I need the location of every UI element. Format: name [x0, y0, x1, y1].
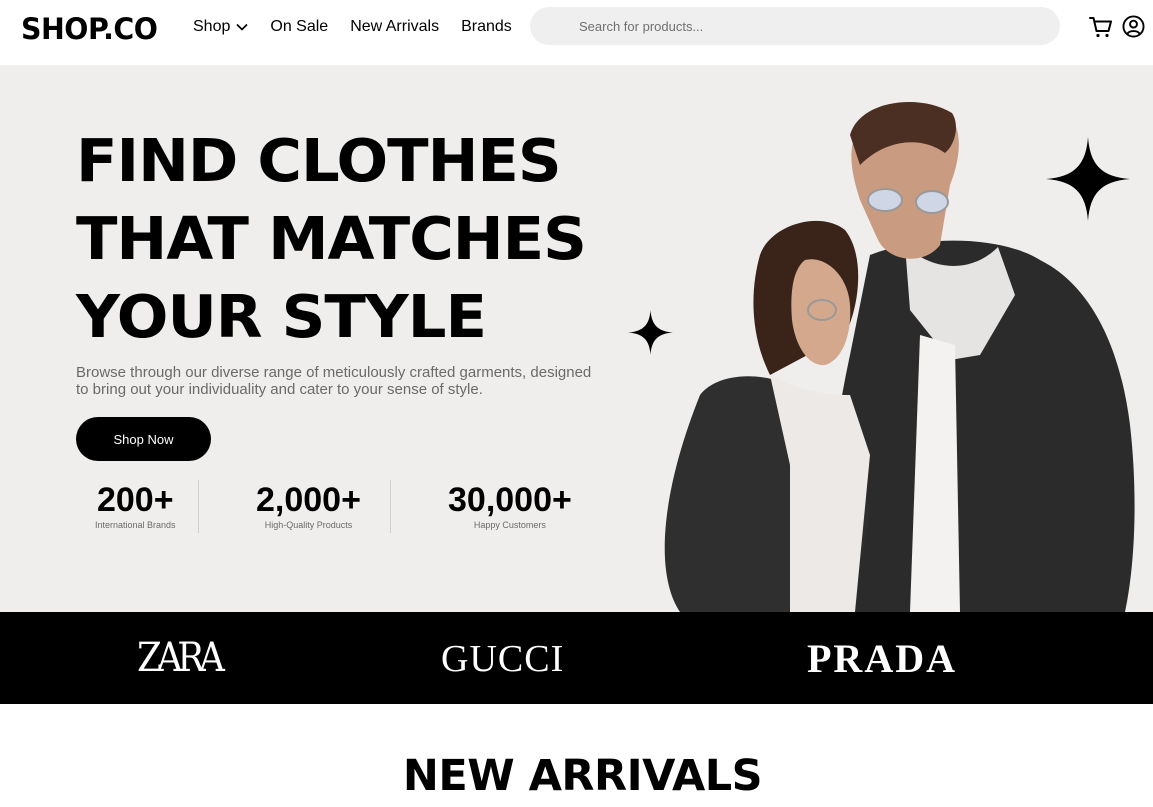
- stat-divider: [198, 480, 199, 533]
- stat-label: International Brands: [95, 520, 176, 530]
- nav-item-new-arrivals[interactable]: New Arrivals: [350, 17, 439, 37]
- stat-products: 2,000+ High-Quality Products: [256, 481, 361, 531]
- nav-item-on-sale[interactable]: On Sale: [270, 17, 328, 37]
- stat-brands: 200+ International Brands: [95, 481, 176, 531]
- search-input[interactable]: [579, 7, 1039, 45]
- hero-section: FIND CLOTHES THAT MATCHES YOUR STYLE Bro…: [0, 65, 1153, 612]
- chevron-down-icon: [236, 23, 248, 31]
- hero-title-line: FIND CLOTHES: [76, 126, 562, 195]
- search-bar: [530, 7, 1060, 45]
- stat-label: High-Quality Products: [264, 520, 353, 530]
- stat-customers: 30,000+ Happy Customers: [448, 481, 572, 531]
- hero-title-line: THAT MATCHES: [76, 204, 587, 273]
- brand-logo-prada[interactable]: PRADA: [807, 637, 957, 681]
- nav-item-label: New Arrivals: [350, 18, 440, 35]
- stat-divider: [390, 480, 391, 533]
- user-account-icon[interactable]: [1122, 15, 1145, 38]
- hero-description: Browse through our diverse range of meti…: [76, 364, 592, 398]
- nav-item-brands[interactable]: Brands: [461, 17, 512, 37]
- stat-value: 2,000+: [256, 481, 361, 519]
- stat-value: 30,000+: [448, 481, 572, 519]
- nav-item-shop[interactable]: Shop: [193, 17, 248, 37]
- site-header: SHOP.CO Shop On Sale New Arrivals Brands: [0, 0, 1153, 65]
- brand-logo-gucci[interactable]: GUCCI: [441, 639, 564, 679]
- shop-now-button[interactable]: Shop Now: [76, 417, 211, 461]
- sparkle-icon: [1046, 137, 1130, 221]
- stat-label: Happy Customers: [473, 520, 546, 530]
- main-nav: Shop On Sale New Arrivals Brands: [193, 17, 534, 37]
- site-logo[interactable]: SHOP.CO: [21, 10, 158, 48]
- stat-value: 200+: [96, 481, 174, 519]
- brand-logo-zara[interactable]: ZARA: [137, 636, 225, 680]
- brands-bar: ZARA GUCCI PRADA: [0, 612, 1153, 704]
- nav-item-label: Brands: [461, 18, 512, 35]
- sparkle-icon: [628, 310, 673, 355]
- hero-title: FIND CLOTHES THAT MATCHES YOUR STYLE: [76, 122, 653, 356]
- new-arrivals-title: NEW ARRIVALS: [402, 751, 763, 801]
- nav-item-label: On Sale: [270, 18, 329, 35]
- hero-title-line: YOUR STYLE: [76, 282, 487, 351]
- nav-item-label: Shop: [193, 18, 231, 35]
- cart-icon[interactable]: [1089, 16, 1113, 38]
